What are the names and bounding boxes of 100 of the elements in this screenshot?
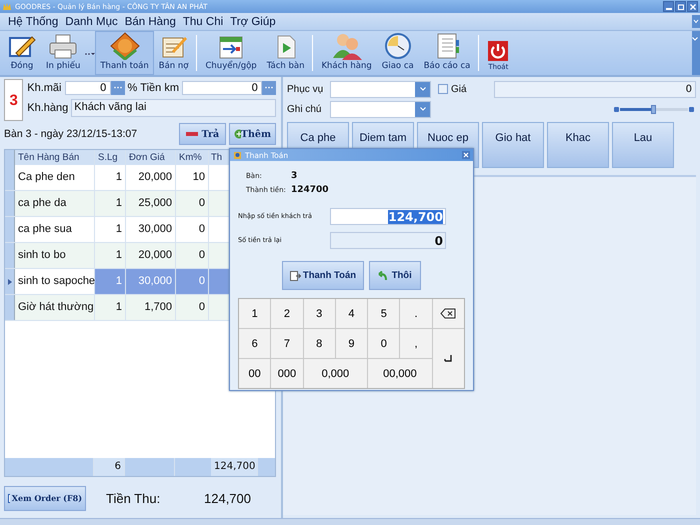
more-button[interactable]	[262, 80, 276, 94]
toolbar-button[interactable]: Thanh toán	[95, 31, 154, 75]
change-field: 0	[330, 232, 446, 248]
row-header[interactable]	[5, 269, 15, 294]
table-cell: 30,000	[126, 217, 176, 242]
chevron-icon	[693, 19, 699, 24]
table-cell: Giờ hát thường	[15, 295, 95, 320]
minimize-button[interactable]	[663, 1, 674, 12]
table-cell: 1	[95, 243, 126, 268]
menu-item[interactable]: Trợ Giúp	[230, 16, 276, 28]
keypad-key[interactable]: 00	[239, 359, 270, 388]
column-header[interactable]: Tên Hàng Bán	[15, 150, 95, 165]
toolbar-button[interactable]: Giao ca	[376, 31, 419, 75]
table-number: 3	[4, 79, 24, 121]
discount-label: Kh.mãi	[27, 82, 62, 94]
toolbar-button[interactable]: Bán nợ	[154, 31, 194, 75]
table-cell: sinh to bo	[15, 243, 95, 268]
backspace-key[interactable]	[432, 299, 464, 328]
category-button[interactable]: Gio hat	[482, 122, 544, 168]
ellipsis-icon	[265, 86, 273, 89]
keypad-key[interactable]: 2	[271, 299, 303, 328]
toolbar-button[interactable]: Báo cáo ca	[418, 31, 476, 75]
category-button[interactable]: Lau	[612, 122, 674, 168]
keypad-key[interactable]: .	[400, 299, 432, 328]
column-header[interactable]: Km%	[176, 150, 209, 165]
menu-item[interactable]: Bán Hàng	[124, 16, 176, 28]
note-dropdown[interactable]	[330, 100, 431, 118]
keypad-key[interactable]: 0,000	[304, 359, 368, 388]
menu-item[interactable]: Hệ Thống	[8, 16, 58, 28]
percent-label: %	[128, 82, 138, 94]
plus-icon	[234, 129, 241, 139]
price-checkbox[interactable]	[438, 84, 448, 94]
table-cell: 0	[176, 191, 209, 216]
table-cell: Ca phe den	[15, 165, 95, 190]
keypad-key[interactable]: 9	[336, 329, 368, 358]
keypad-key[interactable]: 0	[368, 329, 400, 358]
server-label: Phục vụ	[287, 84, 324, 94]
total-label: Tiền Thu:	[106, 490, 160, 506]
ellipsis-icon	[114, 86, 122, 89]
column-header[interactable]: S.Lg	[95, 150, 126, 165]
table-value: 3	[291, 171, 298, 181]
keypad-key[interactable]: 00,000	[368, 359, 432, 388]
table-cell: 0	[176, 269, 209, 294]
table-cell: 25,000	[126, 191, 176, 216]
toolbar-button[interactable]: Khách hàng	[316, 31, 377, 75]
table-cell: 1	[95, 191, 126, 216]
restore-icon	[676, 2, 684, 10]
keypad-key[interactable]: ,	[400, 329, 432, 358]
keypad-key[interactable]: 3	[304, 299, 335, 328]
table-cell: 10	[176, 165, 209, 190]
more-button[interactable]	[110, 80, 124, 94]
customer-label: Kh.hàng	[27, 102, 68, 114]
calendar-icon	[217, 34, 246, 60]
restore-button[interactable]	[675, 1, 686, 12]
zoom-in-button[interactable]	[689, 106, 694, 112]
dropdown-arrow-icon[interactable]	[85, 50, 96, 56]
keypad-key[interactable]: 7	[271, 329, 303, 358]
keypad-key[interactable]: 8	[304, 329, 335, 358]
toolbar-button[interactable]: In phiếu	[41, 31, 86, 75]
toolbar-button[interactable]: Chuyển/gộp	[200, 31, 262, 75]
scroll-button[interactable]	[692, 31, 700, 75]
slider-thumb[interactable]	[651, 104, 656, 114]
enter-icon	[444, 354, 452, 362]
table-cell: 0	[176, 217, 209, 242]
category-button[interactable]: Khac	[547, 122, 609, 168]
undo-arrow-icon	[378, 270, 388, 280]
money-icon	[110, 32, 140, 60]
customer-field[interactable]: Khách vãng lai	[71, 98, 276, 116]
keypad-key[interactable]: 5	[368, 299, 400, 328]
discount-spinner[interactable]: 0	[64, 80, 110, 94]
power-icon	[487, 40, 510, 62]
order-title: Bàn 3 - ngày 23/12/15-13:07	[4, 128, 138, 140]
toolbar-button[interactable]: Tách bàn	[262, 31, 310, 75]
price-field[interactable]: 0	[494, 80, 696, 98]
scroll-button[interactable]	[692, 15, 700, 28]
order-button[interactable]: Trả	[179, 123, 226, 145]
keypad-key[interactable]: 1	[239, 299, 270, 328]
menu-item[interactable]: Thu Chi	[182, 16, 224, 28]
app-icon	[233, 150, 242, 160]
minimize-icon	[666, 8, 672, 10]
discount-amount-spinner[interactable]: 0	[182, 80, 262, 94]
column-header[interactable]: Đơn Giá	[126, 150, 176, 165]
keypad-key[interactable]: 4	[336, 299, 368, 328]
paid-field[interactable]: 124,700	[330, 208, 446, 224]
keypad-key[interactable]: 6	[239, 329, 270, 358]
close-button[interactable]	[687, 1, 698, 12]
minus-icon	[186, 132, 198, 136]
menu-item[interactable]: Danh Mục	[65, 16, 118, 28]
toolbar-button[interactable]: Đóng	[3, 31, 41, 75]
view-order-button[interactable]: Xem Order (F8)	[4, 486, 86, 510]
table-cell: 1	[95, 165, 126, 190]
server-dropdown[interactable]	[330, 80, 431, 98]
table-cell: 20,000	[126, 165, 176, 190]
table-cell: 0	[176, 243, 209, 268]
order-button[interactable]: Thêm	[229, 123, 276, 145]
keypad-key[interactable]: 000	[271, 359, 303, 388]
dialog-button[interactable]: Thôi	[369, 261, 421, 290]
zoom-out-button[interactable]	[614, 106, 619, 112]
dialog-button[interactable]: Thanh Toán	[282, 261, 364, 290]
amount-total: 124,700	[211, 458, 258, 476]
